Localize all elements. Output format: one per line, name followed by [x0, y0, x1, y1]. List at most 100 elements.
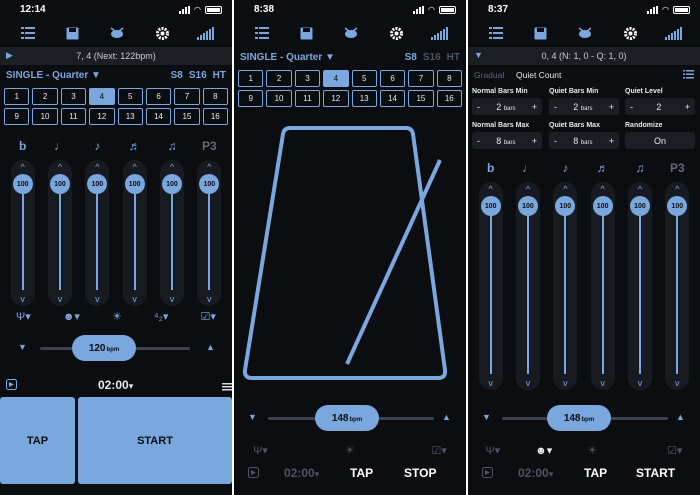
tempo-up-button[interactable]: ▲: [442, 412, 451, 422]
beat-cell[interactable]: 2: [266, 70, 292, 87]
increase-arrow[interactable]: ^: [123, 162, 147, 172]
tempo-knob[interactable]: 148 bpm: [547, 405, 611, 431]
tab-quiet-count[interactable]: Quiet Count: [516, 70, 561, 80]
tab-gradual[interactable]: Gradual: [474, 70, 504, 80]
beat-cell[interactable]: 4: [323, 70, 349, 87]
beat-cell[interactable]: 9: [238, 90, 264, 107]
increase-arrow[interactable]: ^: [85, 162, 109, 172]
decrease-arrow[interactable]: v: [85, 294, 109, 304]
timer-icon[interactable]: [248, 467, 259, 481]
tuning-fork-icon[interactable]: Ψ▾: [16, 310, 31, 323]
slider-track[interactable]: ^ 100 v: [515, 182, 540, 390]
tempo-down-button[interactable]: ▼: [482, 412, 491, 422]
save-icon[interactable]: [531, 25, 551, 41]
slider-track[interactable]: ^ 100 v: [85, 160, 110, 306]
beat-cell[interactable]: 15: [174, 108, 200, 125]
decrease-arrow[interactable]: v: [591, 378, 615, 388]
decrease-arrow[interactable]: v: [516, 378, 540, 388]
beat-cell[interactable]: 8: [436, 70, 462, 87]
setlist-icon[interactable]: ☑▾: [431, 444, 446, 457]
beat-cell[interactable]: 14: [379, 90, 406, 107]
increase-arrow[interactable]: ^: [48, 162, 72, 172]
tempo-knob[interactable]: 120 bpm: [72, 335, 136, 361]
slider-track[interactable]: ^ 100 v: [478, 182, 503, 390]
decrement-button[interactable]: -: [554, 136, 557, 146]
slider-track[interactable]: ^ 100 v: [10, 160, 35, 306]
setlist-icon[interactable]: ☑▾: [201, 310, 216, 323]
note-type-icon[interactable]: ♩: [522, 160, 534, 176]
beat-cell[interactable]: 3: [60, 88, 87, 105]
decrement-button[interactable]: -: [630, 102, 633, 112]
increase-arrow[interactable]: ^: [479, 184, 503, 194]
timer-value[interactable]: 02:00: [518, 466, 549, 480]
increase-arrow[interactable]: ^: [591, 184, 615, 194]
decrease-arrow[interactable]: v: [479, 378, 503, 388]
save-icon[interactable]: [297, 25, 317, 41]
flash-icon[interactable]: ☀: [112, 310, 122, 323]
beat-cell[interactable]: 13: [117, 108, 143, 125]
slider-track[interactable]: ^ 100 v: [627, 182, 652, 390]
slider-knob[interactable]: 100: [555, 196, 576, 216]
slider-track[interactable]: ^ 100 v: [665, 182, 690, 390]
slider-track[interactable]: ^ 100 v: [197, 160, 222, 306]
drum-icon[interactable]: [575, 25, 595, 41]
note-type-icon[interactable]: ♬: [597, 160, 609, 176]
pattern-ht[interactable]: HT: [213, 70, 226, 81]
slider-knob[interactable]: 100: [480, 196, 501, 216]
gear-icon[interactable]: [620, 25, 640, 41]
increase-arrow[interactable]: ^: [553, 184, 577, 194]
beat-cell[interactable]: 10: [32, 108, 58, 125]
slider-track[interactable]: ^ 100 v: [553, 182, 578, 390]
slider-knob[interactable]: 100: [87, 174, 108, 194]
tempo-down-button[interactable]: ▼: [18, 342, 27, 352]
decrease-arrow[interactable]: v: [553, 378, 577, 388]
increment-button[interactable]: +: [532, 136, 537, 146]
note-type-icon[interactable]: ♬: [129, 138, 141, 154]
start-button[interactable]: START: [78, 397, 232, 484]
slider-knob[interactable]: 100: [199, 174, 220, 194]
beat-cell[interactable]: 6: [145, 88, 172, 105]
decrease-arrow[interactable]: v: [11, 294, 35, 304]
timer-caret[interactable]: ▾: [129, 381, 134, 391]
beat-cell[interactable]: 12: [323, 90, 349, 107]
decrement-button[interactable]: -: [554, 102, 557, 112]
decrease-arrow[interactable]: v: [160, 294, 184, 304]
slider-knob[interactable]: 100: [12, 174, 33, 194]
beat-cell[interactable]: 12: [89, 108, 115, 125]
timer-icon[interactable]: [482, 467, 493, 481]
decrease-arrow[interactable]: v: [197, 294, 221, 304]
increment-button[interactable]: +: [532, 102, 537, 112]
tap-button[interactable]: TAP: [0, 397, 75, 484]
trainer-icon[interactable]: ☻▾: [535, 444, 552, 457]
beat-cell[interactable]: 5: [117, 88, 143, 105]
beat-cell[interactable]: 8: [202, 88, 228, 105]
slider-knob[interactable]: 100: [49, 174, 70, 194]
beat-cell[interactable]: 16: [202, 108, 228, 125]
menu-icon[interactable]: [222, 380, 232, 394]
beat-cell[interactable]: 5: [351, 70, 377, 87]
drum-icon[interactable]: [107, 25, 127, 41]
pattern-selector[interactable]: SINGLE - Quarter ▼: [240, 52, 335, 63]
increase-arrow[interactable]: ^: [11, 162, 35, 172]
beat-cell[interactable]: 11: [294, 90, 321, 107]
increase-arrow[interactable]: ^: [516, 184, 540, 194]
slider-track[interactable]: ^ 100 v: [122, 160, 147, 306]
gear-icon[interactable]: [386, 25, 406, 41]
note-type-icon[interactable]: ♫: [635, 160, 644, 176]
tempo-down-button[interactable]: ▼: [248, 412, 257, 422]
tap-button[interactable]: TAP: [584, 466, 607, 480]
decrement-button[interactable]: -: [477, 136, 480, 146]
timer-value[interactable]: 02:00: [284, 466, 315, 480]
note-type-icon[interactable]: b: [487, 160, 494, 176]
beat-cell[interactable]: 1: [4, 88, 30, 105]
decrease-arrow[interactable]: v: [665, 378, 689, 388]
beat-cell[interactable]: 2: [32, 88, 58, 105]
decrement-button[interactable]: -: [477, 102, 480, 112]
gear-icon[interactable]: [152, 25, 172, 41]
slider-track[interactable]: ^ 100 v: [47, 160, 72, 306]
beat-cell[interactable]: 4: [89, 88, 115, 105]
randomize-toggle[interactable]: On: [625, 132, 695, 149]
note-type-icon[interactable]: ♪: [562, 160, 568, 176]
slider-track[interactable]: ^ 100 v: [590, 182, 615, 390]
increment-button[interactable]: +: [609, 136, 614, 146]
